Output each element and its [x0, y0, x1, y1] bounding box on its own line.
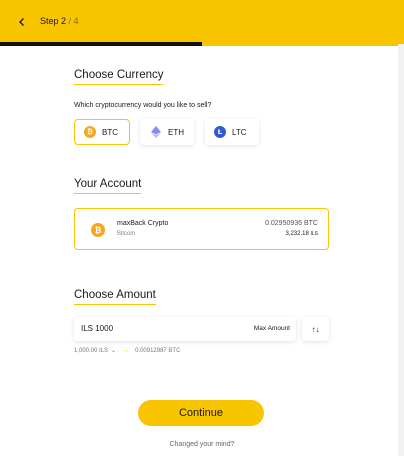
step-total: / 4 — [68, 16, 79, 26]
step-current: Step 2 — [40, 16, 67, 26]
account-coin: Bitcoin — [117, 231, 136, 237]
bitcoin-icon: ₿ — [84, 126, 96, 138]
currency-option-btc[interactable]: ₿ BTC — [74, 119, 130, 145]
currency-option-label: LTC — [232, 127, 247, 137]
ethereum-icon — [150, 126, 162, 138]
conversion-from[interactable]: 1,000.00 ILS — [74, 348, 108, 354]
ils-balance-value: 3,232.18 — [285, 231, 309, 237]
continue-button[interactable]: Continue — [138, 400, 264, 426]
arrow-right-icon: → — [122, 347, 130, 354]
currency-option-label: BTC — [102, 127, 118, 137]
swap-currency-button[interactable]: ↑↓ — [302, 317, 329, 341]
choose-amount-title: Choose Amount — [74, 289, 156, 305]
currency-option-label: ETH — [168, 127, 184, 137]
account-ils-balance: 3,232.18 ILS — [285, 231, 318, 237]
currency-option-eth[interactable]: ETH — [140, 119, 194, 145]
amount-value: ILS 1000 — [81, 324, 114, 333]
scrollbar-track — [398, 44, 404, 456]
your-account-title: Your Account — [74, 178, 142, 194]
swap-arrows-icon: ↑↓ — [311, 324, 320, 334]
step-indicator: Step 2 / 4 — [40, 16, 79, 26]
conversion-to: 0.00912987 BTC — [135, 347, 181, 354]
choose-currency-title: Choose Currency — [74, 69, 164, 85]
progress-bar — [0, 42, 404, 46]
ils-balance-unit: ILS — [310, 231, 318, 237]
amount-input[interactable]: ILS 1000 Max Amount — [74, 317, 296, 341]
account-btc-balance: 0.02950936 BTC — [265, 220, 318, 227]
currency-question: Which cryptocurrency would you like to s… — [74, 102, 212, 109]
back-button[interactable] — [14, 14, 30, 30]
chevron-down-icon[interactable]: ⌄ — [111, 347, 116, 354]
progress-bar-fill — [0, 42, 202, 46]
max-amount-button[interactable]: Max Amount — [254, 325, 290, 332]
account-name: maxBack Crypto — [117, 220, 169, 227]
account-card[interactable]: ₿ maxBack Crypto Bitcoin 0.02950936 BTC … — [74, 208, 329, 250]
changed-mind-link[interactable]: Changed your mind? — [140, 441, 264, 448]
conversion-row: 1,000.00 ILS ⌄ → 0.00912987 BTC — [74, 347, 180, 354]
litecoin-icon: Ł — [214, 126, 226, 138]
chevron-left-icon — [19, 18, 24, 26]
currency-option-ltc[interactable]: Ł LTC — [205, 119, 259, 145]
bitcoin-icon: ₿ — [91, 223, 105, 237]
top-bar: Step 2 / 4 — [0, 0, 404, 46]
